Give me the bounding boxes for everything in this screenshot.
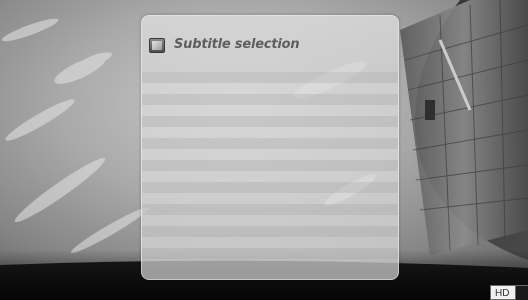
list-row[interactable]	[142, 160, 398, 171]
list-row[interactable]	[142, 193, 398, 204]
dialog-header: Subtitle selection	[142, 16, 398, 72]
list-row[interactable]	[142, 270, 398, 279]
status-indicator	[516, 285, 528, 300]
list-row[interactable]	[142, 171, 398, 182]
list-row[interactable]	[142, 215, 398, 226]
subtitle-options-list[interactable]	[142, 72, 398, 279]
list-row[interactable]	[142, 226, 398, 237]
tv-screen: Subtitle selection HD	[0, 0, 528, 300]
list-row[interactable]	[142, 94, 398, 105]
hd-label: HD	[495, 288, 510, 299]
list-row[interactable]	[142, 149, 398, 160]
list-row[interactable]	[142, 83, 398, 94]
list-row[interactable]	[142, 72, 398, 83]
subtitle-selection-dialog: Subtitle selection	[141, 15, 399, 280]
list-row[interactable]	[142, 248, 398, 259]
list-row[interactable]	[142, 127, 398, 138]
hd-badge: HD	[490, 285, 516, 300]
subtitle-icon	[149, 38, 165, 53]
list-row[interactable]	[142, 204, 398, 215]
list-row[interactable]	[142, 182, 398, 193]
list-row[interactable]	[142, 138, 398, 149]
list-row[interactable]	[142, 105, 398, 116]
list-row[interactable]	[142, 259, 398, 270]
list-row[interactable]	[142, 116, 398, 127]
list-row[interactable]	[142, 237, 398, 248]
dialog-title: Subtitle selection	[174, 37, 300, 52]
